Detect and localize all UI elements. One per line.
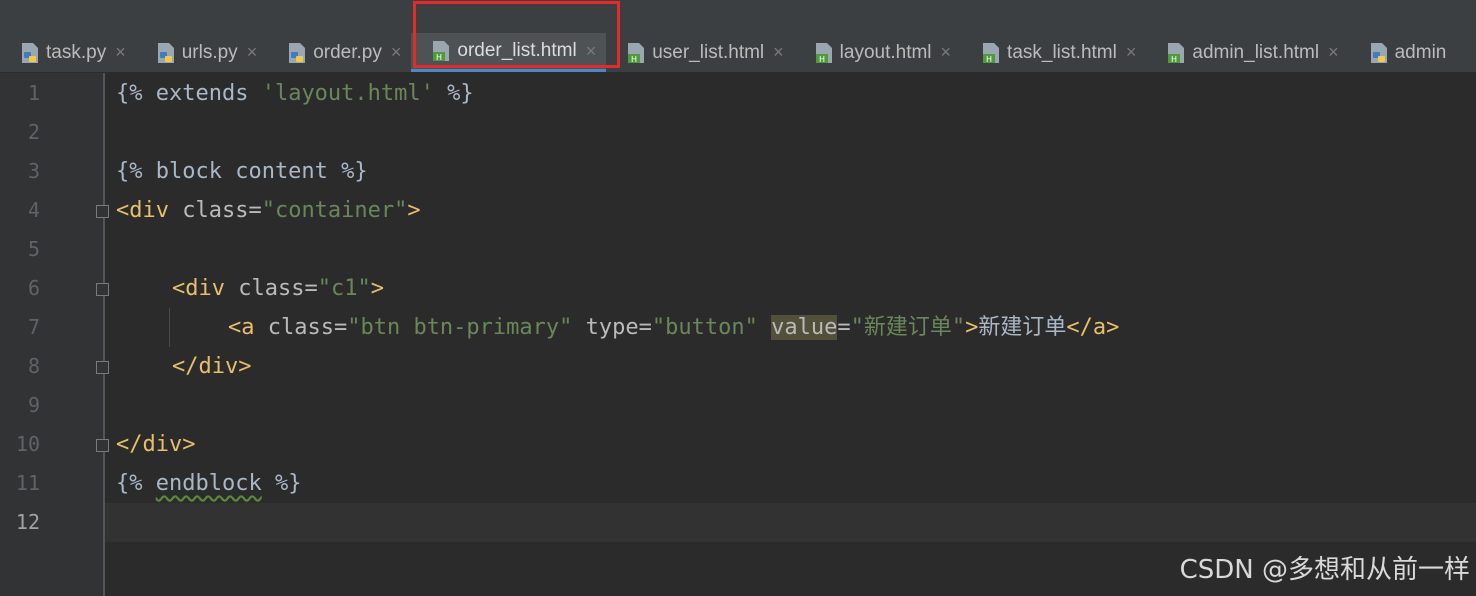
code-token-tag: > <box>407 198 421 223</box>
line-number: 4 <box>27 198 40 222</box>
tab-label: order.py <box>313 41 382 63</box>
close-icon[interactable]: × <box>773 42 784 63</box>
code-line-3[interactable]: {% block content %} <box>116 152 368 191</box>
tab-label: task_list.html <box>1007 41 1117 63</box>
code-token-string: "btn btn-primary" <box>347 315 573 340</box>
editor-tab-bar: task.py × urls.py × order.py × H order_l… <box>0 33 1476 73</box>
python-file-icon <box>289 42 306 63</box>
fold-end-icon[interactable] <box>96 439 109 452</box>
code-token: %} <box>433 81 474 106</box>
code-token-tag: <div <box>116 198 169 223</box>
close-icon[interactable]: × <box>247 42 258 63</box>
title-bar-strip <box>0 0 1476 33</box>
close-icon[interactable]: × <box>941 42 952 63</box>
code-line-10[interactable]: </div> <box>116 425 195 464</box>
code-token-tag: <div <box>172 276 225 301</box>
code-token: {% <box>116 471 156 496</box>
tab-admin-list-html[interactable]: H admin_list.html × <box>1146 33 1348 72</box>
code-token-tag: > <box>965 315 979 340</box>
python-file-icon <box>22 42 38 63</box>
fold-collapse-icon[interactable] <box>96 205 109 218</box>
line-number: 7 <box>27 315 40 339</box>
tab-admin[interactable]: admin <box>1349 33 1457 72</box>
fold-end-icon[interactable] <box>96 361 109 374</box>
tab-label: task.py <box>46 41 107 63</box>
code-token: {% extends <box>116 81 262 106</box>
svg-text:H: H <box>1171 55 1177 64</box>
code-token-attr: class= <box>254 315 348 340</box>
code-token-typo-underlined: endblock <box>155 471 262 496</box>
tab-label: layout.html <box>839 41 932 63</box>
fold-collapse-icon[interactable] <box>96 283 109 296</box>
code-line-8[interactable]: </div> <box>172 347 251 386</box>
code-token-tag: </a> <box>1066 315 1120 340</box>
code-token-tag: </div> <box>116 432 196 457</box>
indent-guide <box>169 308 170 347</box>
code-line-6[interactable]: <div class="c1"> <box>172 269 384 308</box>
code-token-tag: > <box>370 276 384 301</box>
line-number-current: 12 <box>15 510 40 534</box>
code-token-tag: </div> <box>172 354 252 379</box>
svg-text:H: H <box>819 55 825 64</box>
html-file-icon: H <box>983 42 1000 64</box>
code-token-string: "c1" <box>317 276 371 301</box>
line-number: 10 <box>15 432 40 456</box>
line-number: 5 <box>27 237 40 261</box>
current-line-highlight <box>105 503 1476 542</box>
close-icon[interactable]: × <box>586 41 597 62</box>
tab-label: admin_list.html <box>1192 41 1320 63</box>
watermark-text: CSDN @多想和从前一样 <box>1179 555 1470 585</box>
close-icon[interactable]: × <box>1126 42 1137 63</box>
code-token-tag: <a <box>228 315 255 340</box>
svg-text:H: H <box>986 55 992 64</box>
tab-task-list-html[interactable]: H task_list.html × <box>961 33 1146 72</box>
code-token-text: 新建订单 <box>978 315 1067 340</box>
code-line-1[interactable]: {% extends 'layout.html' %} <box>116 74 474 113</box>
tab-urls-py[interactable]: urls.py × <box>136 33 267 72</box>
html-file-icon: H <box>1168 42 1185 64</box>
code-token: {% block content %} <box>116 159 368 184</box>
tab-label: user_list.html <box>652 41 765 63</box>
close-icon[interactable]: × <box>1328 42 1339 63</box>
code-token-string: "新建订单" <box>850 315 966 340</box>
code-token-attr-highlighted: value <box>771 315 838 340</box>
tab-label: urls.py <box>181 41 238 63</box>
code-token-string: 'layout.html' <box>261 81 434 106</box>
tab-label: admin <box>1394 41 1447 63</box>
line-number: 6 <box>27 276 40 300</box>
code-token-string: "button" <box>651 315 758 340</box>
code-line-7[interactable]: <a class="btn btn-primary" type="button"… <box>228 308 1119 347</box>
code-token-attr: class= <box>224 276 318 301</box>
tab-label: order_list.html <box>457 40 577 61</box>
html-file-icon: H <box>628 42 645 64</box>
code-token: %} <box>261 471 302 496</box>
code-token-attr: class= <box>168 198 262 223</box>
close-icon[interactable]: × <box>391 42 402 63</box>
html-file-icon: H <box>815 42 832 64</box>
html-file-icon: H <box>433 41 450 62</box>
line-number: 2 <box>27 120 40 144</box>
tab-task-py[interactable]: task.py × <box>0 33 136 72</box>
code-token-attr: = <box>837 315 851 340</box>
code-token-string: "container" <box>261 198 408 223</box>
line-number: 9 <box>27 393 40 417</box>
tab-user-list-html[interactable]: H user_list.html × <box>606 33 793 72</box>
tab-order-py[interactable]: order.py × <box>267 33 411 72</box>
line-number: 3 <box>27 159 40 183</box>
tab-order-list-html[interactable]: H order_list.html × <box>411 33 607 72</box>
line-number: 11 <box>15 471 40 495</box>
tab-layout-html[interactable]: H layout.html × <box>794 33 961 72</box>
line-number: 8 <box>27 354 40 378</box>
python-file-icon <box>1370 42 1387 63</box>
code-token-attr: type= <box>572 315 652 340</box>
code-line-4[interactable]: <div class="container"> <box>116 191 421 230</box>
code-line-11[interactable]: {% endblock %} <box>116 464 301 503</box>
svg-text:H: H <box>631 55 637 64</box>
python-file-icon <box>157 42 174 63</box>
line-number: 1 <box>27 81 40 105</box>
close-icon[interactable]: × <box>115 42 126 63</box>
svg-text:H: H <box>436 53 442 62</box>
